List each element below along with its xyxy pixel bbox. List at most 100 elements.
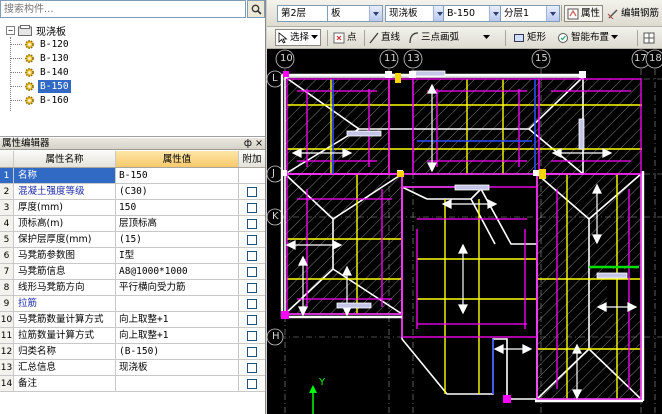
tree-item[interactable]: B-130 — [10, 51, 71, 65]
floor-plan-drawing[interactable] — [267, 49, 662, 414]
toolbar-separator — [561, 5, 562, 21]
property-value[interactable]: 层顶标高 — [116, 216, 239, 231]
property-row[interactable]: 13 汇总信息 现浇板 — [0, 360, 265, 376]
property-value[interactable]: (15) — [116, 232, 239, 247]
property-value[interactable]: (B-150) — [116, 344, 239, 359]
axis-label-left: J — [272, 168, 275, 179]
category-select[interactable]: 板 — [327, 5, 383, 22]
component-select[interactable]: B-150 — [443, 5, 503, 22]
property-row[interactable]: 12 归类名称 (B-150) — [0, 344, 265, 360]
property-value[interactable]: 现浇板 — [116, 360, 239, 375]
property-row[interactable]: 11 拉筋数量计算方式 向上取整+1 — [0, 328, 265, 344]
extra-cell — [239, 280, 265, 295]
property-row[interactable]: 6 马凳筋参数图 I型 — [0, 248, 265, 264]
property-value[interactable] — [116, 376, 239, 391]
tree-item[interactable]: B-120 — [10, 37, 71, 51]
property-row[interactable]: 9 拉筋 — [0, 296, 265, 312]
property-grid: 属性名称 属性值 附加 1 名称 B-150 2 混凝土强度等级 (C30) 3 厚度(mm)… — [0, 151, 265, 392]
chevron-down-icon[interactable] — [611, 35, 619, 40]
toolbar-separator — [637, 30, 638, 46]
chevron-down-icon[interactable] — [546, 6, 559, 21]
tree-connector — [10, 57, 22, 59]
toolbar-separator — [505, 30, 506, 46]
edit-rebar-button[interactable]: 编辑钢筋 — [607, 5, 659, 22]
extra-checkbox[interactable] — [247, 234, 257, 245]
sublayer-select[interactable]: 分层1 — [500, 5, 560, 22]
sublayer-value: 分层1 — [504, 8, 530, 19]
extra-checkbox[interactable] — [247, 186, 257, 197]
extra-checkbox[interactable] — [247, 378, 257, 389]
smart-layout-button[interactable]: 智能布置 — [557, 29, 619, 46]
property-row[interactable]: 8 线形马凳筋方向 平行横向受力筋 — [0, 280, 265, 296]
arc-icon — [409, 31, 419, 43]
property-value[interactable]: I型 — [116, 248, 239, 263]
more-tools-button[interactable] — [643, 29, 655, 46]
property-value[interactable]: 向上取整+1 — [116, 328, 239, 343]
property-name: 厚度(mm) — [14, 200, 116, 215]
property-value[interactable]: 平行横向受力筋 — [116, 280, 239, 295]
property-row[interactable]: 7 马凳筋信息 A8@1000*1000 — [0, 264, 265, 280]
close-icon[interactable]: × — [255, 138, 263, 150]
extra-checkbox[interactable] — [247, 218, 257, 229]
tree-connector — [10, 43, 22, 45]
line-button[interactable]: 直线 — [369, 29, 400, 46]
extra-checkbox[interactable] — [247, 282, 257, 293]
properties-button[interactable]: 属性 — [564, 5, 604, 22]
arc-button[interactable]: 三点画弧 — [409, 29, 491, 46]
row-number: 2 — [0, 184, 14, 199]
property-row[interactable]: 14 备注 — [0, 376, 265, 392]
type-select[interactable]: 现浇板 — [385, 5, 447, 22]
property-row[interactable]: 5 保护层厚度(mm) (15) — [0, 232, 265, 248]
drawing-canvas[interactable]: 10 11 13 15 17 18 L J K H Y — [267, 49, 662, 414]
select-button[interactable]: 选择 — [275, 29, 322, 46]
extra-checkbox[interactable] — [247, 298, 257, 309]
extra-checkbox[interactable] — [247, 314, 257, 325]
property-value[interactable]: (C30) — [116, 184, 239, 199]
point-icon — [333, 32, 345, 43]
collapse-icon[interactable]: − — [6, 25, 15, 35]
extra-checkbox[interactable] — [247, 250, 257, 261]
axis-label-top: 15 — [535, 53, 548, 64]
header-row-number — [0, 151, 14, 167]
tree-root[interactable]: − 现浇板 — [6, 23, 66, 38]
extra-checkbox[interactable] — [247, 330, 257, 341]
search-input[interactable] — [0, 0, 246, 18]
grid-header: 属性名称 属性值 附加 — [0, 151, 265, 168]
chevron-down-icon[interactable] — [369, 6, 382, 21]
extra-checkbox[interactable] — [247, 266, 257, 277]
search-button[interactable] — [247, 0, 265, 18]
extra-checkbox[interactable] — [247, 346, 257, 357]
rect-button[interactable]: 矩形 — [513, 29, 546, 46]
property-row[interactable]: 10 马凳筋数量计算方式 向上取整+1 — [0, 312, 265, 328]
tree-item[interactable]: B-150 — [10, 79, 71, 93]
tree-item[interactable]: B-160 — [10, 93, 71, 107]
property-value[interactable]: 150 — [116, 200, 239, 215]
header-extra: 附加 — [242, 154, 262, 165]
property-value[interactable]: 向上取整+1 — [116, 312, 239, 327]
property-value[interactable]: A8@1000*1000 — [116, 264, 239, 279]
row-number: 5 — [0, 232, 14, 247]
property-name: 备注 — [14, 376, 116, 391]
edit-rebar-icon — [607, 8, 618, 19]
smart-layout-label: 智能布置 — [571, 32, 610, 43]
pin-icon[interactable]: ф — [244, 138, 252, 150]
property-value[interactable]: B-150 — [116, 168, 239, 183]
property-row[interactable]: 2 混凝土强度等级 (C30) — [0, 184, 265, 200]
chevron-down-icon[interactable] — [483, 35, 491, 40]
tree-connector — [10, 85, 22, 87]
property-row[interactable]: 4 顶标高(m) 层顶标高 — [0, 216, 265, 232]
extra-checkbox[interactable] — [247, 202, 257, 213]
property-row[interactable]: 1 名称 B-150 — [0, 168, 265, 184]
property-row[interactable]: 3 厚度(mm) 150 — [0, 200, 265, 216]
property-name: 线形马凳筋方向 — [14, 280, 116, 295]
smart-layout-icon — [558, 32, 568, 43]
property-name: 马凳筋信息 — [14, 264, 116, 279]
tree-item-label: B-130 — [40, 52, 69, 64]
property-name: 名称 — [14, 168, 116, 183]
axis-label-top: 17 — [634, 53, 647, 64]
tree-item[interactable]: B-140 — [10, 65, 71, 79]
chevron-down-icon[interactable] — [311, 35, 319, 40]
property-value[interactable] — [116, 296, 239, 311]
point-button[interactable]: 点 — [333, 29, 357, 46]
extra-checkbox[interactable] — [247, 362, 257, 373]
